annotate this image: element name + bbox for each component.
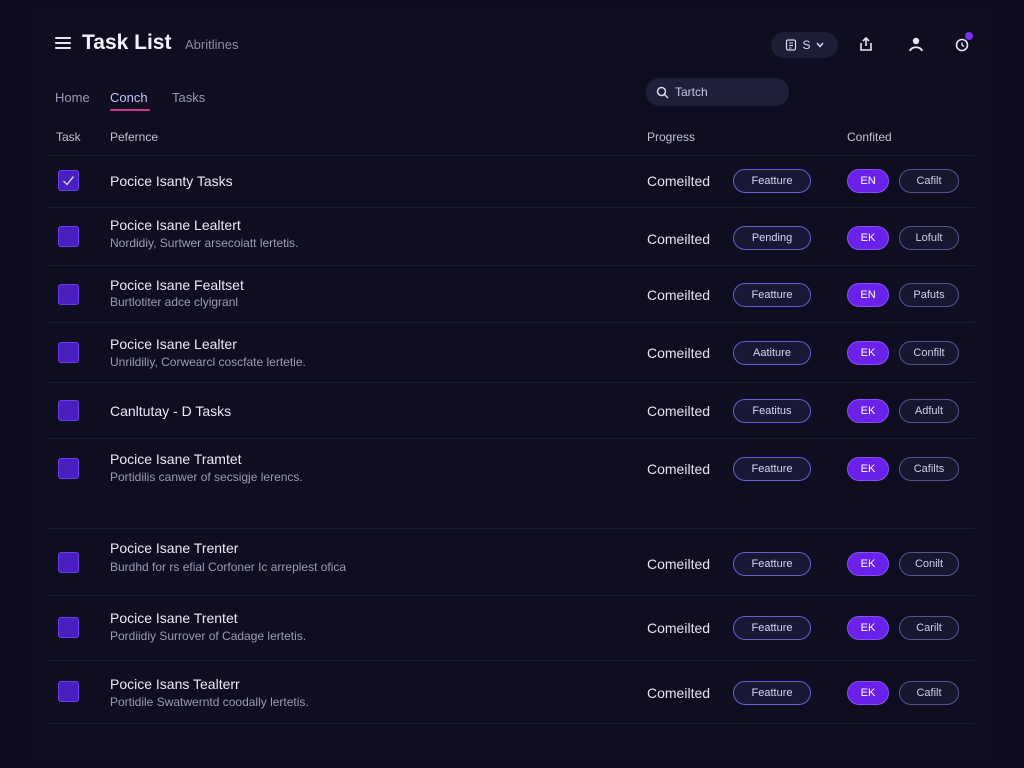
table-row[interactable]: Pocice Isanty Tasks Comeilted Featture E… xyxy=(48,155,974,207)
column-header-progress: Progress xyxy=(647,130,696,144)
column-header-task: Task xyxy=(56,130,81,144)
conflict-button[interactable]: Carilt xyxy=(899,616,959,640)
conflict-button[interactable]: Pafuts xyxy=(899,283,959,307)
page-subtitle: Abritlines xyxy=(185,37,239,52)
type-badge[interactable]: Featture xyxy=(733,457,811,481)
conflict-button[interactable]: Adfult xyxy=(899,399,959,423)
table-row[interactable]: Pocice Isane Lealter Unrildiliy, Corwear… xyxy=(48,322,974,382)
type-badge[interactable]: Featture xyxy=(733,552,811,576)
language-badge[interactable]: EK xyxy=(847,341,889,365)
row-checkbox[interactable] xyxy=(58,458,79,479)
notification-badge xyxy=(965,32,973,40)
page-title: Task List xyxy=(82,31,172,54)
task-description: Burtlotiter adce clyigranl xyxy=(110,295,239,309)
task-title[interactable]: Pocice Isane Trenter xyxy=(110,540,238,556)
language-badge[interactable]: EK xyxy=(847,616,889,640)
tab-home[interactable]: Home xyxy=(55,90,90,105)
type-badge[interactable]: Featture xyxy=(733,169,811,193)
type-badge[interactable]: Pending xyxy=(733,226,811,250)
row-checkbox[interactable] xyxy=(58,681,79,702)
language-badge[interactable]: EN xyxy=(847,169,889,193)
type-badge[interactable]: Featture xyxy=(733,681,811,705)
row-checkbox[interactable] xyxy=(58,617,79,638)
task-description: Burdhd for rs efial Corfoner Ic arreples… xyxy=(110,560,347,574)
table-row[interactable]: Pocice Isans Tealterr Portidile Swatwern… xyxy=(48,660,974,724)
task-description: Pordiidiy Surrover of Cadage lertetis. xyxy=(110,629,307,643)
task-status: Comeilted xyxy=(647,231,711,247)
task-title[interactable]: Pocice Isane Trentet xyxy=(110,610,238,626)
type-badge[interactable]: Aatiture xyxy=(733,341,811,365)
language-badge[interactable]: EK xyxy=(847,457,889,481)
table-row[interactable]: Pocice Isane Fealtset Burtlotiter adce c… xyxy=(48,265,974,322)
column-header-conflicted: Confited xyxy=(847,130,892,144)
type-badge[interactable]: Featitus xyxy=(733,399,811,423)
row-checkbox[interactable] xyxy=(58,400,79,421)
task-title[interactable]: Pocice Isanty Tasks xyxy=(110,173,233,189)
row-checkbox[interactable] xyxy=(58,170,79,191)
conflict-button[interactable]: Cafilt xyxy=(899,169,959,193)
task-status: Comeilted xyxy=(647,173,711,189)
checkmark-icon xyxy=(63,176,75,186)
notification-icon[interactable] xyxy=(952,32,973,54)
task-title[interactable]: Pocice Isane Fealtset xyxy=(110,277,244,293)
task-description: Portidile Swatwerntd coodally lertetis. xyxy=(110,695,309,709)
tab-tasks[interactable]: Tasks xyxy=(172,90,205,105)
search-icon xyxy=(656,86,669,99)
active-tab-indicator xyxy=(110,109,150,111)
account-switcher[interactable]: S xyxy=(771,32,838,58)
row-checkbox[interactable] xyxy=(58,284,79,305)
task-status: Comeilted xyxy=(647,461,711,477)
task-title[interactable]: Canltutay - D Tasks xyxy=(110,403,231,419)
conflict-button[interactable]: Conilt xyxy=(899,552,959,576)
table-row[interactable]: Pocice Isane Tramtet Portidilis canwer o… xyxy=(48,438,974,498)
row-checkbox[interactable] xyxy=(58,226,79,247)
row-checkbox[interactable] xyxy=(58,552,79,573)
conflict-button[interactable]: Cafilt xyxy=(899,681,959,705)
table-row[interactable]: Pocice Isane Trenter Burdhd for rs efial… xyxy=(48,528,974,595)
language-badge[interactable]: EK xyxy=(847,399,889,423)
search-input[interactable] xyxy=(675,85,775,99)
task-status: Comeilted xyxy=(647,403,711,419)
column-header-reference: Pefernce xyxy=(110,130,159,144)
table-row[interactable]: Pocice Isane Trentet Pordiidiy Surrover … xyxy=(48,595,974,660)
language-badge[interactable]: EK xyxy=(847,226,889,250)
table-row[interactable]: Canltutay - D Tasks Comeilted Featitus E… xyxy=(48,382,974,438)
task-status: Comeilted xyxy=(647,287,711,303)
task-description: Unrildiliy, Corwearcl coscfate lertetie. xyxy=(110,355,306,369)
account-label: S xyxy=(802,38,811,52)
document-icon xyxy=(786,39,797,51)
language-badge[interactable]: EK xyxy=(847,681,889,705)
task-title[interactable]: Pocice Isane Lealtert xyxy=(110,217,241,233)
conflict-button[interactable]: Lofult xyxy=(899,226,959,250)
conflict-button[interactable]: Confilt xyxy=(899,341,959,365)
language-badge[interactable]: EK xyxy=(847,552,889,576)
conflict-button[interactable]: Cafilts xyxy=(899,457,959,481)
menu-icon[interactable] xyxy=(55,37,71,49)
task-description: Portidilis canwer of secsigje lerencs. xyxy=(110,470,303,484)
task-status: Comeilted xyxy=(647,620,711,636)
task-status: Comeilted xyxy=(647,345,711,361)
chevron-down-icon xyxy=(815,42,824,48)
task-status: Comeilted xyxy=(647,556,711,572)
user-icon[interactable] xyxy=(906,34,926,54)
task-title[interactable]: Pocice Isans Tealterr xyxy=(110,676,240,692)
task-status: Comeilted xyxy=(647,685,711,701)
search-box[interactable] xyxy=(646,78,789,106)
task-description: Nordidiy, Surtwer arsecoiatt lertetis. xyxy=(110,236,299,250)
table-row[interactable]: Pocice Isane Lealtert Nordidiy, Surtwer … xyxy=(48,207,974,265)
task-list-page: Task List Abritlines S Home Conch Tasks … xyxy=(0,0,1024,768)
task-title[interactable]: Pocice Isane Lealter xyxy=(110,336,237,352)
row-checkbox[interactable] xyxy=(58,342,79,363)
type-badge[interactable]: Featture xyxy=(733,283,811,307)
task-title[interactable]: Pocice Isane Tramtet xyxy=(110,451,242,467)
language-badge[interactable]: EN xyxy=(847,283,889,307)
tab-conch[interactable]: Conch xyxy=(110,90,148,105)
share-icon[interactable] xyxy=(856,34,876,54)
type-badge[interactable]: Featture xyxy=(733,616,811,640)
